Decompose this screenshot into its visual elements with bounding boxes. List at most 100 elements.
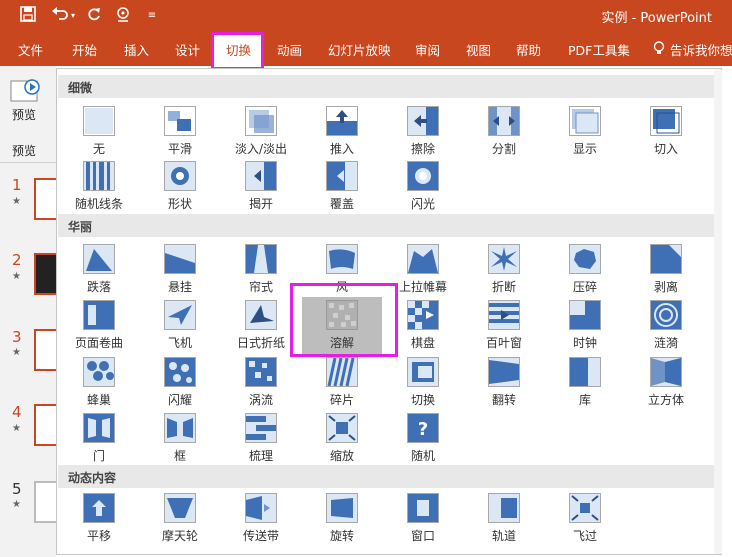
transition-zoom[interactable]: 缩放 bbox=[302, 410, 382, 467]
transition-pan[interactable]: 平移 bbox=[59, 490, 139, 547]
tab-file[interactable]: 文件 bbox=[18, 40, 43, 59]
transition-morph[interactable]: 平滑 bbox=[140, 103, 220, 160]
presenter-icon[interactable] bbox=[113, 6, 133, 26]
transition-window[interactable]: 窗口 bbox=[383, 490, 463, 547]
transition-conveyor[interactable]: 传送带 bbox=[221, 490, 301, 547]
rotate-icon bbox=[326, 493, 358, 523]
transition-flip[interactable]: 翻转 bbox=[464, 354, 544, 411]
tab-review[interactable]: 审阅 bbox=[415, 40, 440, 59]
transition-fracture[interactable]: 折断 bbox=[464, 241, 544, 298]
transition-switch[interactable]: 切换 bbox=[383, 354, 463, 411]
transition-rotate[interactable]: 旋转 bbox=[302, 490, 382, 547]
transition-none[interactable]: 无 bbox=[59, 103, 139, 160]
gallery-scrollbar[interactable] bbox=[714, 70, 722, 554]
transition-fall-over[interactable]: 跌落 bbox=[59, 241, 139, 298]
item-label: 立方体 bbox=[647, 393, 684, 407]
transition-drape[interactable]: 悬挂 bbox=[140, 241, 220, 298]
transition-blinds[interactable]: 百叶窗 bbox=[464, 297, 544, 354]
transition-page-curl[interactable]: 页面卷曲 bbox=[59, 297, 139, 354]
transition-glitter[interactable]: 闪耀 bbox=[140, 354, 220, 411]
tab-slideshow[interactable]: 幻灯片放映 bbox=[328, 40, 391, 59]
transition-orbit[interactable]: 轨道 bbox=[464, 490, 544, 547]
peel-off-icon bbox=[650, 244, 682, 274]
preview-icon bbox=[10, 79, 40, 102]
item-label: 闪耀 bbox=[167, 393, 192, 407]
item-label: 门 bbox=[92, 449, 105, 463]
slide-thumbnail[interactable] bbox=[34, 481, 58, 523]
transition-cut[interactable]: 切入 bbox=[626, 103, 706, 160]
transition-comb[interactable]: 梳理 bbox=[221, 410, 301, 467]
tab-home[interactable]: 开始 bbox=[72, 40, 97, 59]
transition-peel-off[interactable]: 剥离 bbox=[626, 241, 706, 298]
item-label: 平移 bbox=[86, 529, 111, 543]
item-label: 跌落 bbox=[86, 280, 111, 294]
slide-thumbnail[interactable] bbox=[34, 329, 58, 371]
slide-number: 3 bbox=[12, 328, 22, 346]
tab-animations[interactable]: 动画 bbox=[277, 40, 302, 59]
item-label: 帘式 bbox=[248, 280, 273, 294]
transition-origami[interactable]: 日式折纸 bbox=[221, 297, 301, 354]
transition-clock[interactable]: 时钟 bbox=[545, 297, 625, 354]
active-tab-highlight bbox=[211, 32, 264, 70]
tab-view[interactable]: 视图 bbox=[466, 40, 491, 59]
transition-wipe[interactable]: 擦除 bbox=[383, 103, 463, 160]
svg-text:?: ? bbox=[418, 419, 428, 440]
item-label: 飞过 bbox=[572, 529, 597, 543]
transition-uncover[interactable]: 揭开 bbox=[221, 158, 301, 215]
shred-icon bbox=[326, 357, 358, 387]
tab-insert[interactable]: 插入 bbox=[124, 40, 149, 59]
title-bar: ▾ ≡ 实例 - PowerPoint bbox=[0, 0, 732, 32]
tab-pdf-tools[interactable]: PDF工具集 bbox=[568, 40, 630, 59]
panel-divider bbox=[0, 162, 56, 163]
customize-icon[interactable]: ≡ bbox=[142, 6, 162, 26]
transition-gallery[interactable]: 库 bbox=[545, 354, 625, 411]
fracture-icon bbox=[488, 244, 520, 274]
save-icon[interactable] bbox=[18, 6, 38, 26]
tab-design[interactable]: 设计 bbox=[175, 40, 200, 59]
item-label: 随机线条 bbox=[74, 197, 123, 211]
transition-push[interactable]: 推入 bbox=[302, 103, 382, 160]
slide-star-icon: ★ bbox=[12, 347, 21, 358]
transition-cover[interactable]: 覆盖 bbox=[302, 158, 382, 215]
transition-random[interactable]: ? 随机 bbox=[383, 410, 463, 467]
transition-split[interactable]: 分割 bbox=[464, 103, 544, 160]
transition-vortex[interactable]: 涡流 bbox=[221, 354, 301, 411]
transition-honeycomb[interactable]: 蜂巢 bbox=[59, 354, 139, 411]
transition-fly-through[interactable]: 飞过 bbox=[545, 490, 625, 547]
slide-number: 2 bbox=[12, 251, 22, 269]
undo-icon[interactable] bbox=[50, 6, 70, 26]
transition-shape[interactable]: 形状 bbox=[140, 158, 220, 215]
dropdown-arrow-icon[interactable]: ▾ bbox=[68, 6, 78, 26]
tab-help[interactable]: 帮助 bbox=[516, 40, 541, 59]
transition-flash[interactable]: 闪光 bbox=[383, 158, 463, 215]
transition-cube[interactable]: 立方体 bbox=[626, 354, 706, 411]
item-label: 折断 bbox=[491, 280, 516, 294]
item-label: 时钟 bbox=[572, 336, 597, 350]
item-label: 库 bbox=[578, 393, 591, 407]
transition-box[interactable]: 框 bbox=[140, 410, 220, 467]
transition-crush[interactable]: 压碎 bbox=[545, 241, 625, 298]
transition-fade[interactable]: 淡入/淡出 bbox=[221, 103, 301, 160]
section-exciting-header: 华丽 bbox=[58, 214, 714, 237]
transition-reveal[interactable]: 显示 bbox=[545, 103, 625, 160]
vortex-icon bbox=[245, 357, 277, 387]
transition-airplane[interactable]: 飞机 bbox=[140, 297, 220, 354]
transition-doors[interactable]: 门 bbox=[59, 410, 139, 467]
transition-shred[interactable]: 碎片 bbox=[302, 354, 382, 411]
redo-icon[interactable] bbox=[84, 6, 104, 26]
random-bars-icon bbox=[83, 161, 115, 191]
item-label: 窗口 bbox=[410, 529, 435, 543]
slide-thumbnail[interactable] bbox=[34, 404, 58, 446]
transition-ferris-wheel[interactable]: 摩天轮 bbox=[140, 490, 220, 547]
fade-icon bbox=[245, 106, 277, 136]
blinds-icon bbox=[488, 300, 520, 330]
item-label: 闪光 bbox=[410, 197, 435, 211]
wind-icon bbox=[326, 244, 358, 274]
transition-ripple[interactable]: 涟漪 bbox=[626, 297, 706, 354]
tell-me-search[interactable]: 告诉我你想 bbox=[670, 40, 732, 59]
slide-thumbnail[interactable] bbox=[34, 253, 58, 295]
checkerboard-icon bbox=[407, 300, 439, 330]
slide-thumbnail[interactable] bbox=[34, 178, 58, 220]
transition-random-bars[interactable]: 随机线条 bbox=[59, 158, 139, 215]
transition-curtains[interactable]: 帘式 bbox=[221, 241, 301, 298]
